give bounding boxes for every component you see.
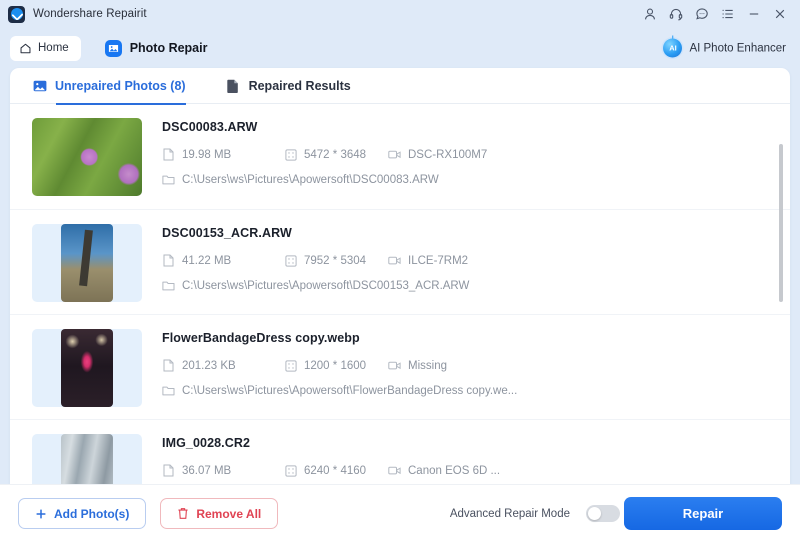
file-icon — [162, 464, 175, 477]
thumbnail-image — [61, 434, 113, 484]
file-size: 36.07 MB — [162, 464, 284, 477]
file-meta: IMG_0028.CR2 36.07 MB 6240 * — [162, 434, 790, 477]
file-size: 19.98 MB — [162, 148, 284, 161]
home-icon — [19, 42, 32, 55]
photo-thumb-icon — [32, 78, 47, 93]
folder-icon — [162, 173, 175, 186]
repairit-window: Wondershare Repairit — [0, 0, 800, 542]
file-attributes: 19.98 MB 5472 * 3648 DSC-R — [162, 148, 790, 161]
account-icon[interactable] — [638, 2, 662, 26]
add-photos-button[interactable]: Add Photo(s) — [18, 498, 146, 529]
file-name: DSC00083.ARW — [162, 120, 790, 134]
file-thumbnail[interactable] — [32, 118, 142, 196]
photo-icon — [105, 40, 122, 57]
window-controls — [638, 0, 792, 28]
folder-icon — [162, 384, 175, 397]
list-scrollbar[interactable] — [779, 144, 783, 479]
file-list: DSC00083.ARW 19.98 MB 5472 * — [10, 104, 790, 484]
ai-robot-icon: AI — [663, 39, 682, 58]
file-path: C:\Users\ws\Pictures\Apowersoft\DSC00153… — [162, 279, 790, 292]
content-card: Unrepaired Photos (8) Repaired Results — [10, 68, 790, 484]
file-attributes: 41.22 MB 7952 * 5304 ILCE- — [162, 254, 790, 267]
file-resolution: 6240 * 4160 — [284, 464, 388, 477]
file-attributes: 201.23 KB 1200 * 1600 Miss — [162, 359, 790, 372]
file-icon — [162, 359, 175, 372]
tab-photo-repair[interactable]: Photo Repair — [99, 35, 214, 61]
resolution-icon — [284, 254, 297, 267]
camera-icon — [388, 359, 401, 372]
repair-button[interactable]: Repair — [624, 497, 782, 530]
file-thumbnail[interactable] — [32, 434, 142, 484]
resolution-icon — [284, 464, 297, 477]
file-resolution: 1200 * 1600 — [284, 359, 388, 372]
trash-icon — [177, 507, 189, 520]
file-camera: Canon EOS 6D ... — [388, 464, 500, 477]
tab-unrepaired-photos[interactable]: Unrepaired Photos (8) — [32, 68, 186, 104]
file-thumbnail[interactable] — [32, 224, 142, 302]
file-name: DSC00153_ACR.ARW — [162, 226, 790, 240]
repairit-logo-icon — [8, 6, 25, 23]
support-headset-icon[interactable] — [664, 2, 688, 26]
tab-repaired-results[interactable]: Repaired Results — [226, 68, 351, 104]
camera-icon — [388, 254, 401, 267]
file-size: 41.22 MB — [162, 254, 284, 267]
camera-icon — [388, 464, 401, 477]
close-icon[interactable] — [768, 2, 792, 26]
home-label: Home — [38, 42, 69, 54]
feedback-chat-icon[interactable] — [690, 2, 714, 26]
thumbnail-image — [61, 329, 113, 407]
file-thumbnail[interactable] — [32, 329, 142, 407]
thumbnail-image — [32, 118, 142, 196]
add-photos-label: Add Photo(s) — [54, 507, 129, 521]
bottom-action-bar: Add Photo(s) Remove All Advanced Repair … — [0, 484, 800, 542]
table-row[interactable]: FlowerBandageDress copy.webp 201.23 KB — [10, 314, 790, 419]
toggle-knob — [588, 507, 601, 520]
file-resolution: 7952 * 5304 — [284, 254, 388, 267]
file-meta: DSC00153_ACR.ARW 41.22 MB 79 — [162, 224, 790, 292]
thumbnail-image — [61, 224, 113, 302]
menu-list-icon[interactable] — [716, 2, 740, 26]
advanced-repair-mode-label: Advanced Repair Mode — [450, 508, 570, 520]
file-path: C:\Users\ws\Pictures\Apowersoft\FlowerBa… — [162, 384, 790, 397]
tab-strip: Unrepaired Photos (8) Repaired Results — [10, 68, 790, 104]
file-attributes: 36.07 MB 6240 * 4160 Canon — [162, 464, 790, 477]
table-row[interactable]: DSC00083.ARW 19.98 MB 5472 * — [10, 104, 790, 209]
tab-photo-repair-label: Photo Repair — [130, 41, 208, 55]
file-name: IMG_0028.CR2 — [162, 436, 790, 450]
document-icon — [226, 78, 241, 93]
resolution-icon — [284, 359, 297, 372]
tab-repaired-results-label: Repaired Results — [249, 79, 351, 93]
file-meta: DSC00083.ARW 19.98 MB 5472 * — [162, 118, 790, 186]
title-bar: Wondershare Repairit — [0, 0, 800, 28]
ai-photo-enhancer-button[interactable]: AI AI Photo Enhancer — [663, 39, 786, 58]
file-camera: Missing — [388, 359, 447, 372]
file-resolution: 5472 * 3648 — [284, 148, 388, 161]
file-icon — [162, 254, 175, 267]
home-button[interactable]: Home — [10, 36, 81, 61]
remove-all-label: Remove All — [196, 507, 261, 521]
folder-icon — [162, 279, 175, 292]
file-meta: FlowerBandageDress copy.webp 201.23 KB — [162, 329, 790, 397]
file-name: FlowerBandageDress copy.webp — [162, 331, 790, 345]
nav-bar: Home Photo Repair AI AI Photo Enhancer — [0, 28, 800, 68]
resolution-icon — [284, 148, 297, 161]
ai-photo-enhancer-label: AI Photo Enhancer — [689, 42, 786, 54]
remove-all-button[interactable]: Remove All — [160, 498, 278, 529]
file-icon — [162, 148, 175, 161]
file-size: 201.23 KB — [162, 359, 284, 372]
app-title: Wondershare Repairit — [33, 8, 147, 20]
file-camera: DSC-RX100M7 — [388, 148, 487, 161]
minimize-icon[interactable] — [742, 2, 766, 26]
file-path: C:\Users\ws\Pictures\Apowersoft\DSC00083… — [162, 173, 790, 186]
table-row[interactable]: DSC00153_ACR.ARW 41.22 MB 79 — [10, 209, 790, 314]
tab-unrepaired-photos-label: Unrepaired Photos (8) — [55, 79, 186, 93]
table-row[interactable]: IMG_0028.CR2 36.07 MB 6240 * — [10, 419, 790, 484]
camera-icon — [388, 148, 401, 161]
file-camera: ILCE-7RM2 — [388, 254, 468, 267]
advanced-repair-mode-toggle[interactable] — [586, 505, 620, 522]
plus-icon — [35, 508, 47, 520]
scrollbar-thumb[interactable] — [779, 144, 783, 302]
